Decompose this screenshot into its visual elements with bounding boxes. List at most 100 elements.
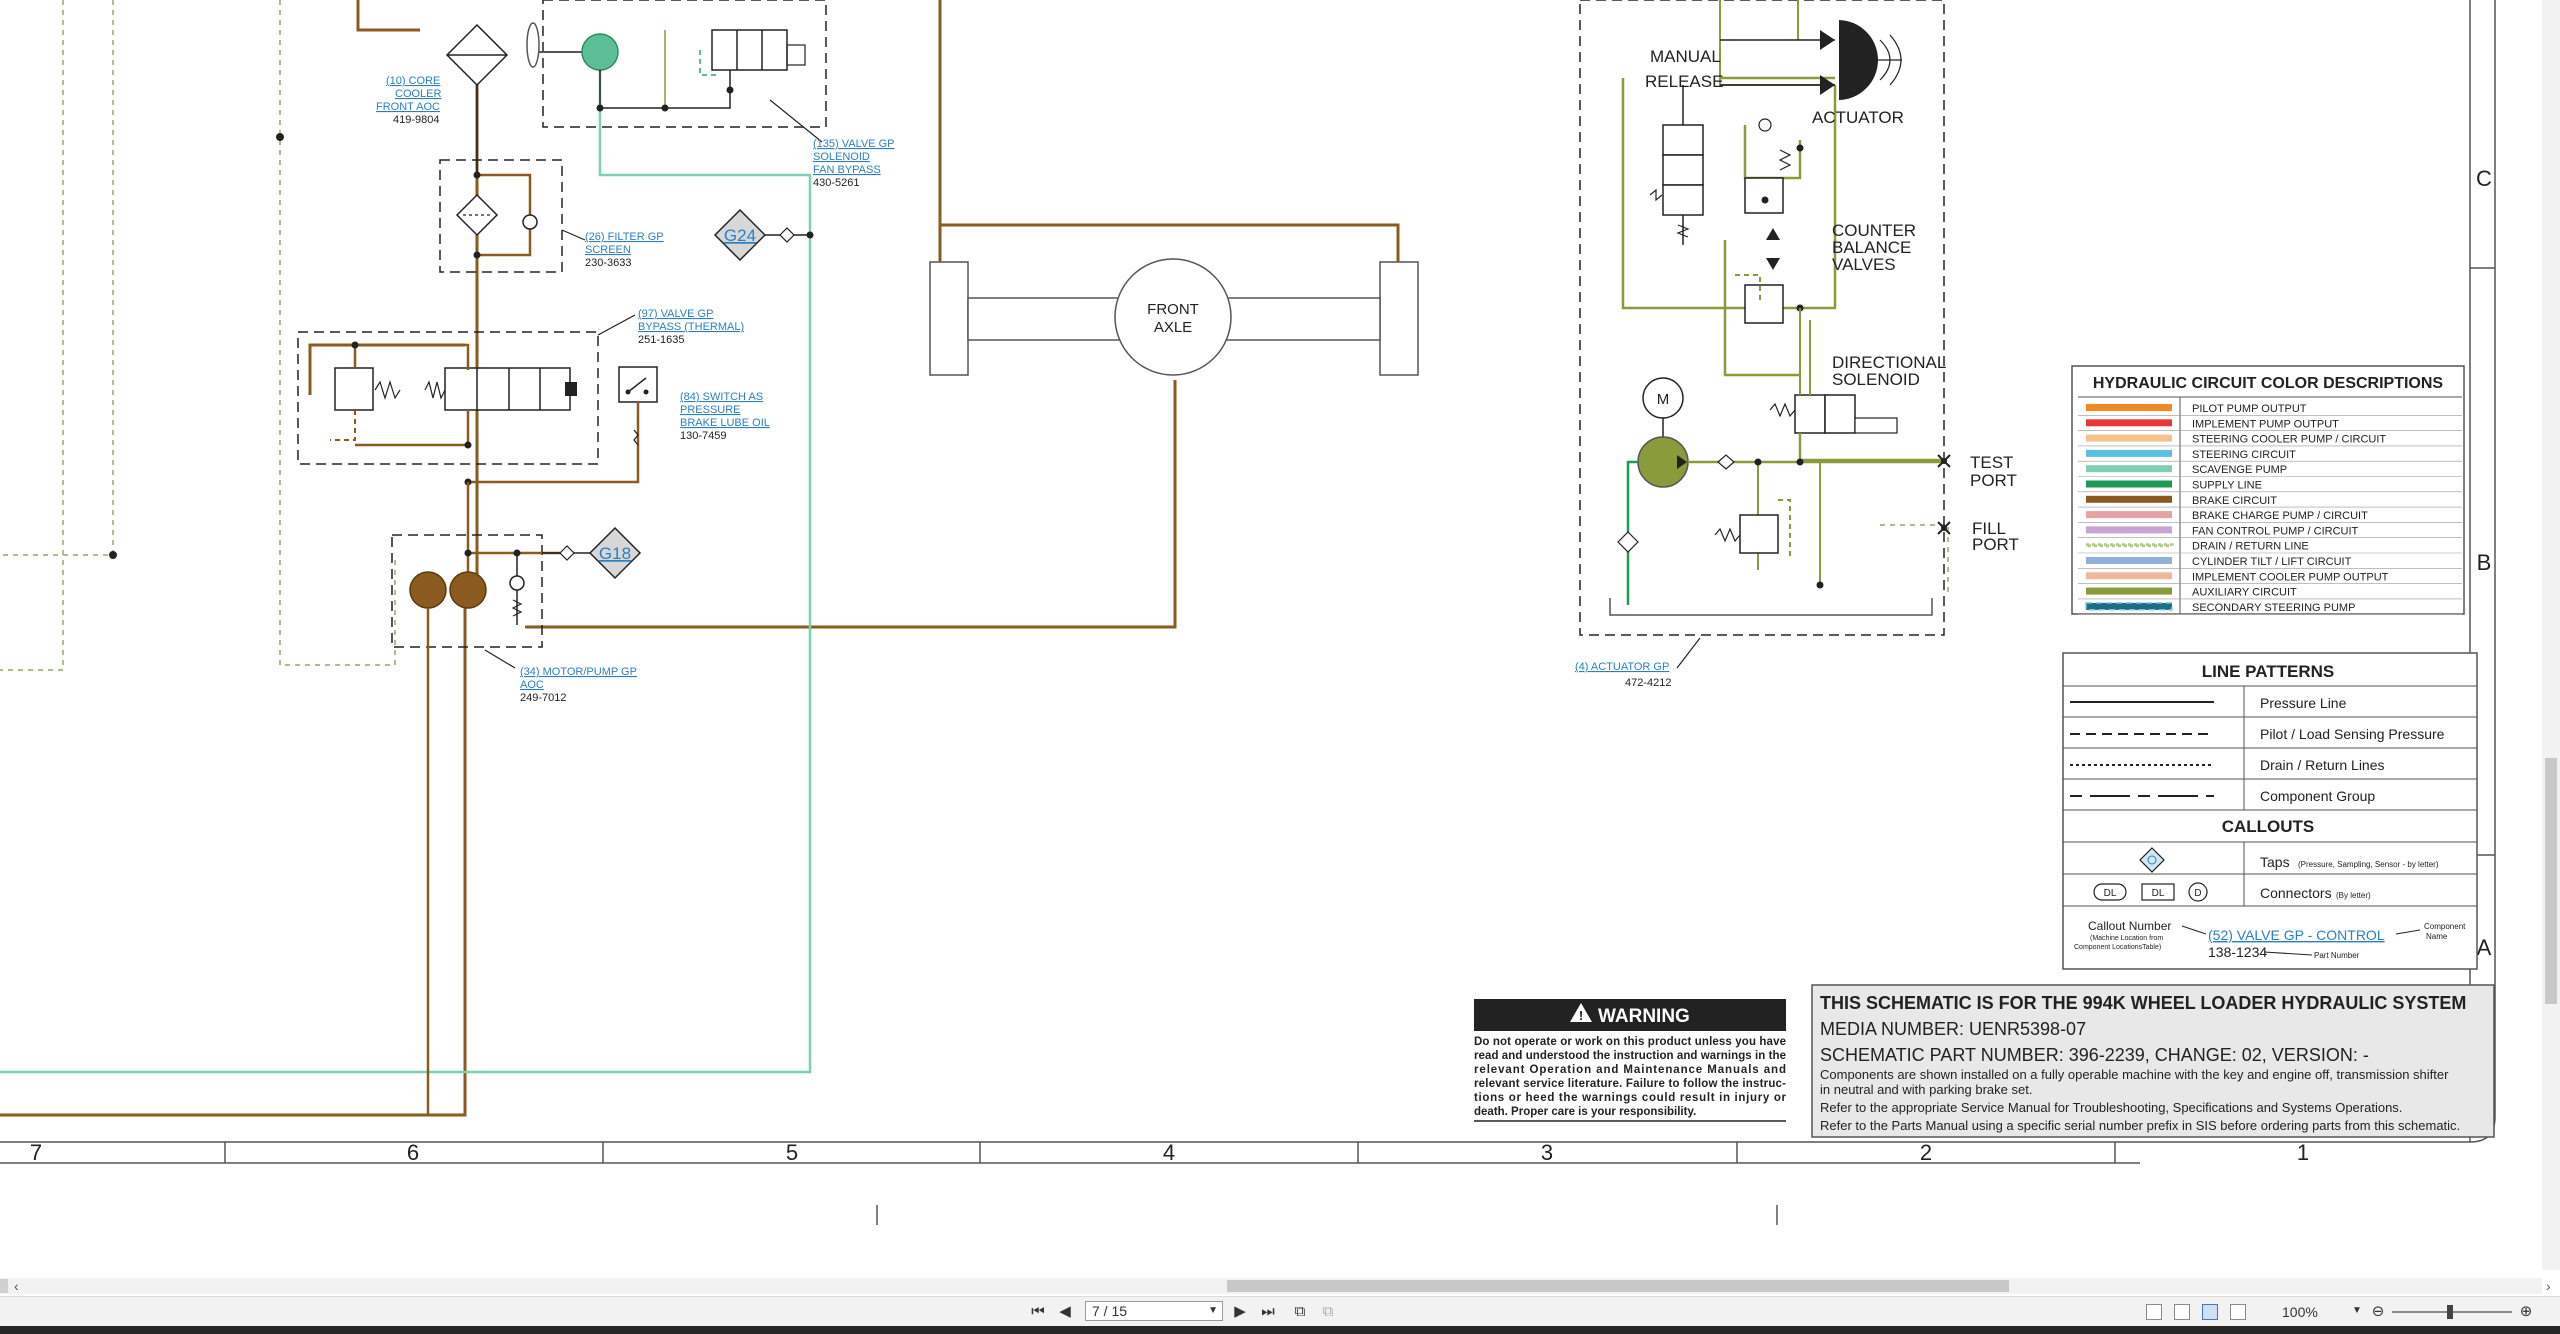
- legend-swatch-7: [2086, 495, 2172, 503]
- callout-thermal-bypass-2[interactable]: BYPASS (THERMAL): [638, 321, 744, 333]
- paste-page-icon[interactable]: ⧉: [1318, 1302, 1338, 1322]
- callout-fan-bypass-3[interactable]: FAN BYPASS: [813, 164, 881, 176]
- warning-line-1: Do not operate or work on this product u…: [1474, 1036, 1786, 1048]
- brake-circuit-lines: [0, 0, 1400, 1117]
- title-block-note-1: Components are shown installed on a full…: [1820, 1067, 2449, 1082]
- zoom-in-icon[interactable]: ⊕: [2516, 1302, 2536, 1322]
- label-fill-port: PORT: [1972, 535, 2019, 554]
- scroll-left-arrow-icon[interactable]: ‹: [14, 1278, 19, 1294]
- callout-core-cooler-3[interactable]: FRONT AOC: [376, 101, 440, 113]
- schematic-sheet: (10) CORE COOLER FRONT AOC 419-9804 (135…: [0, 0, 2560, 1294]
- connector-sample-1: DL: [2104, 888, 2117, 899]
- horizontal-scroll-thumb[interactable]: [1227, 1280, 2009, 1292]
- previous-page-icon[interactable]: ◀: [1055, 1302, 1075, 1322]
- legend-label-13: AUXILIARY CIRCUIT: [2192, 587, 2297, 599]
- zoom-dropdown-icon[interactable]: ▼: [2352, 1305, 2362, 1316]
- legend-swatch-11: [2086, 557, 2172, 564]
- front-axle-label-2: AXLE: [1154, 319, 1192, 336]
- legend-label-9: FAN CONTROL PUMP / CIRCUIT: [2192, 525, 2359, 537]
- label-manual: MANUAL: [1650, 47, 1721, 66]
- vertical-scrollbar[interactable]: ›: [2542, 0, 2560, 1294]
- example-part-number: 138-1234: [2208, 944, 2267, 960]
- legend-swatch-14: [2085, 602, 2173, 611]
- legend-label-3: STEERING COOLER PUMP / CIRCUIT: [2192, 434, 2386, 446]
- copy-page-icon[interactable]: ⧉: [1290, 1302, 1310, 1322]
- legend-swatch-3: [2086, 434, 2172, 442]
- callout-switch[interactable]: (84) SWITCH AS: [680, 391, 763, 403]
- callout-switch-3[interactable]: BRAKE LUBE OIL: [680, 417, 770, 429]
- callout-fan-bypass-2[interactable]: SOLENOID: [813, 151, 870, 163]
- warning-line-4: relevant service literature. Failure to …: [1474, 1078, 1786, 1090]
- legend-label-12: IMPLEMENT COOLER PUMP OUTPUT: [2192, 571, 2389, 583]
- callout-core-cooler[interactable]: (10) CORE: [386, 75, 440, 87]
- line-legend-title: LINE PATTERNS: [2202, 662, 2335, 681]
- legend-swatch-4: [2086, 449, 2172, 457]
- callout-motor-pump[interactable]: (34) MOTOR/PUMP GP: [520, 666, 637, 678]
- zoom-out-icon[interactable]: ⊖: [2368, 1302, 2388, 1322]
- connector-sample-2: DL: [2152, 888, 2165, 899]
- callout-switch-2[interactable]: PRESSURE: [680, 404, 741, 416]
- title-block-part: SCHEMATIC PART NUMBER: 396-2239, CHANGE:…: [1820, 1045, 2369, 1065]
- vertical-scroll-thumb[interactable]: [2545, 758, 2557, 1004]
- part-filter: 230-3633: [585, 257, 632, 269]
- page-number-input[interactable]: 7 / 15 ▼: [1085, 1301, 1223, 1321]
- legend-swatch-5: [2086, 465, 2172, 473]
- callouts-taps-note: (Pressure, Sampling, Sensor - by letter): [2298, 860, 2439, 869]
- callout-motor-pump-2[interactable]: AOC: [520, 679, 544, 691]
- legend-label-10: DRAIN / RETURN LINE: [2192, 541, 2309, 553]
- part-core-cooler: 419-9804: [393, 114, 440, 126]
- warning-line-2: read and understood the instruction and …: [1474, 1050, 1786, 1062]
- title-block-note-3: Refer to the appropriate Service Manual …: [1820, 1100, 2402, 1115]
- example-callout-name[interactable]: (52) VALVE GP - CONTROL: [2208, 927, 2385, 943]
- fan-bypass-group: [526, 0, 827, 143]
- facing-pages-view-icon[interactable]: [2202, 1304, 2218, 1320]
- horizontal-scrollbar[interactable]: ‹: [0, 1278, 2542, 1294]
- first-page-icon[interactable]: ⏮: [1028, 1302, 1048, 1322]
- grid-col-1: 1: [2297, 1140, 2309, 1165]
- legend-label-7: BRAKE CIRCUIT: [2192, 495, 2277, 507]
- label-release: RELEASE: [1645, 72, 1723, 91]
- label-actuator: ACTUATOR: [1812, 108, 1904, 127]
- motor-pump-group: [391, 482, 565, 1115]
- callout-core-cooler-2[interactable]: COOLER: [395, 88, 442, 100]
- fit-page-view-icon[interactable]: [2230, 1304, 2246, 1320]
- legend-label-4: STEERING CIRCUIT: [2192, 449, 2296, 461]
- legend-swatch-9: [2086, 526, 2172, 534]
- zoom-slider-thumb[interactable]: [2447, 1305, 2453, 1319]
- single-page-view-icon[interactable]: [2146, 1304, 2162, 1320]
- line-legend: LINE PATTERNS Pressure Line Pilot / Load…: [2062, 652, 2478, 970]
- last-page-icon[interactable]: ⏭: [1258, 1302, 1278, 1322]
- grid-row-b: B: [2477, 550, 2492, 575]
- scroll-right-arrow-icon[interactable]: ›: [2546, 1278, 2551, 1294]
- grid-col-5: 5: [786, 1140, 798, 1165]
- tap-g24-label[interactable]: G24: [724, 226, 756, 245]
- line-legend-component: Component Group: [2260, 788, 2375, 804]
- legend-label-2: IMPLEMENT PUMP OUTPUT: [2192, 418, 2339, 430]
- callout-filter-2[interactable]: SCREEN: [585, 244, 631, 256]
- part-motor-pump: 249-7012: [520, 692, 567, 704]
- zoom-level[interactable]: 100%: [2282, 1304, 2318, 1320]
- next-page-icon[interactable]: ▶: [1230, 1302, 1250, 1322]
- example-component-2: Name: [2426, 932, 2448, 941]
- example-note-2: Component LocationsTable): [2074, 944, 2161, 951]
- front-axle-label-1: FRONT: [1147, 301, 1199, 318]
- page-dropdown-icon[interactable]: ▼: [1208, 1302, 1218, 1320]
- grid-row-a: A: [2477, 935, 2492, 960]
- line-legend-pressure: Pressure Line: [2260, 695, 2347, 711]
- tap-g18-label[interactable]: G18: [599, 544, 631, 563]
- drain-junction-dots: [109, 133, 284, 559]
- continuous-view-icon[interactable]: [2174, 1304, 2190, 1320]
- callout-thermal-bypass[interactable]: (97) VALVE GP: [638, 308, 713, 320]
- warning-line-6: death. Proper care is your responsibilit…: [1474, 1106, 1696, 1118]
- title-block-title: THIS SCHEMATIC IS FOR THE 994K WHEEL LOA…: [1820, 993, 2466, 1013]
- callout-filter[interactable]: (26) FILTER GP: [585, 231, 664, 243]
- callout-fan-bypass[interactable]: (135) VALVE GP: [813, 138, 895, 150]
- label-test: TEST: [1970, 453, 2013, 472]
- callout-actuator[interactable]: (4) ACTUATOR GP: [1575, 661, 1669, 673]
- legend-swatch-2: [2086, 419, 2172, 427]
- callouts-connectors-note: (By letter): [2336, 891, 2371, 900]
- legend-label-11: CYLINDER TILT / LIFT CIRCUIT: [2192, 556, 2352, 568]
- core-cooler-group: [445, 23, 509, 175]
- line-legend-pilot: Pilot / Load Sensing Pressure: [2260, 726, 2445, 742]
- front-axle: [929, 225, 1419, 376]
